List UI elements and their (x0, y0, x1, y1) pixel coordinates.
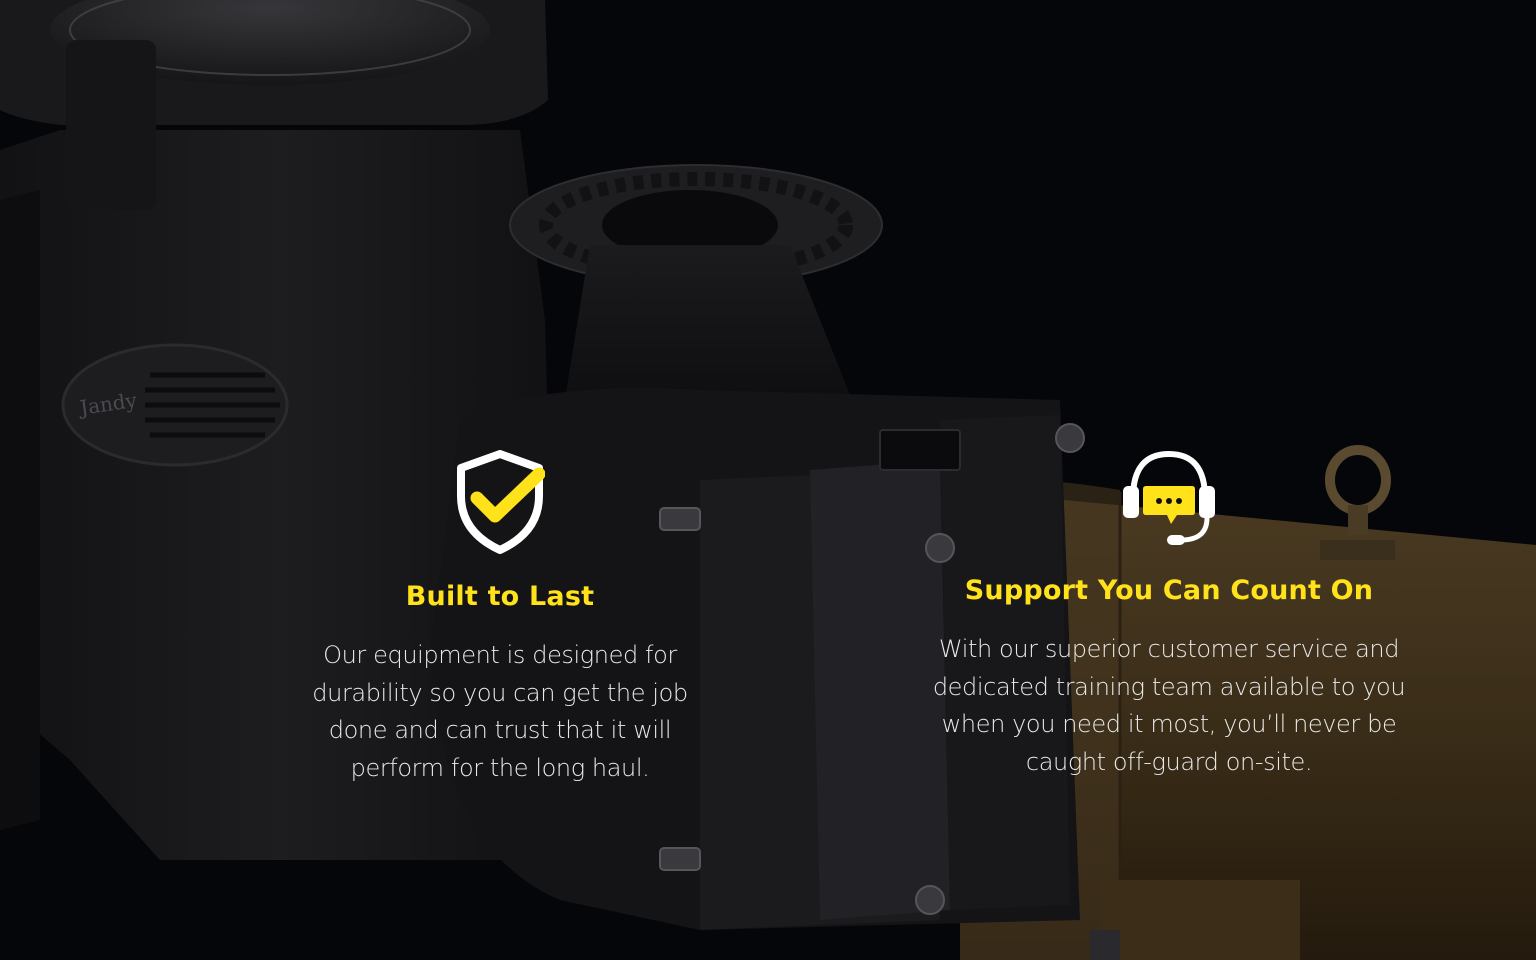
feature-description: With our superior customer service and d… (932, 635, 1406, 776)
headset-chat-icon (1123, 450, 1215, 545)
features-section: Jandy Built to Last Our equipment is des… (0, 0, 1536, 960)
feature-description: Our equipment is designed for durability… (312, 641, 688, 782)
feature-title: Built to Last (405, 581, 595, 612)
feature-title: Support You Can Count On (964, 575, 1374, 606)
feature-built-to-last: Built to Last Our equipment is designed … (290, 450, 710, 787)
shield-check-icon (457, 450, 545, 554)
feature-support: Support You Can Count On With our superi… (922, 446, 1416, 781)
